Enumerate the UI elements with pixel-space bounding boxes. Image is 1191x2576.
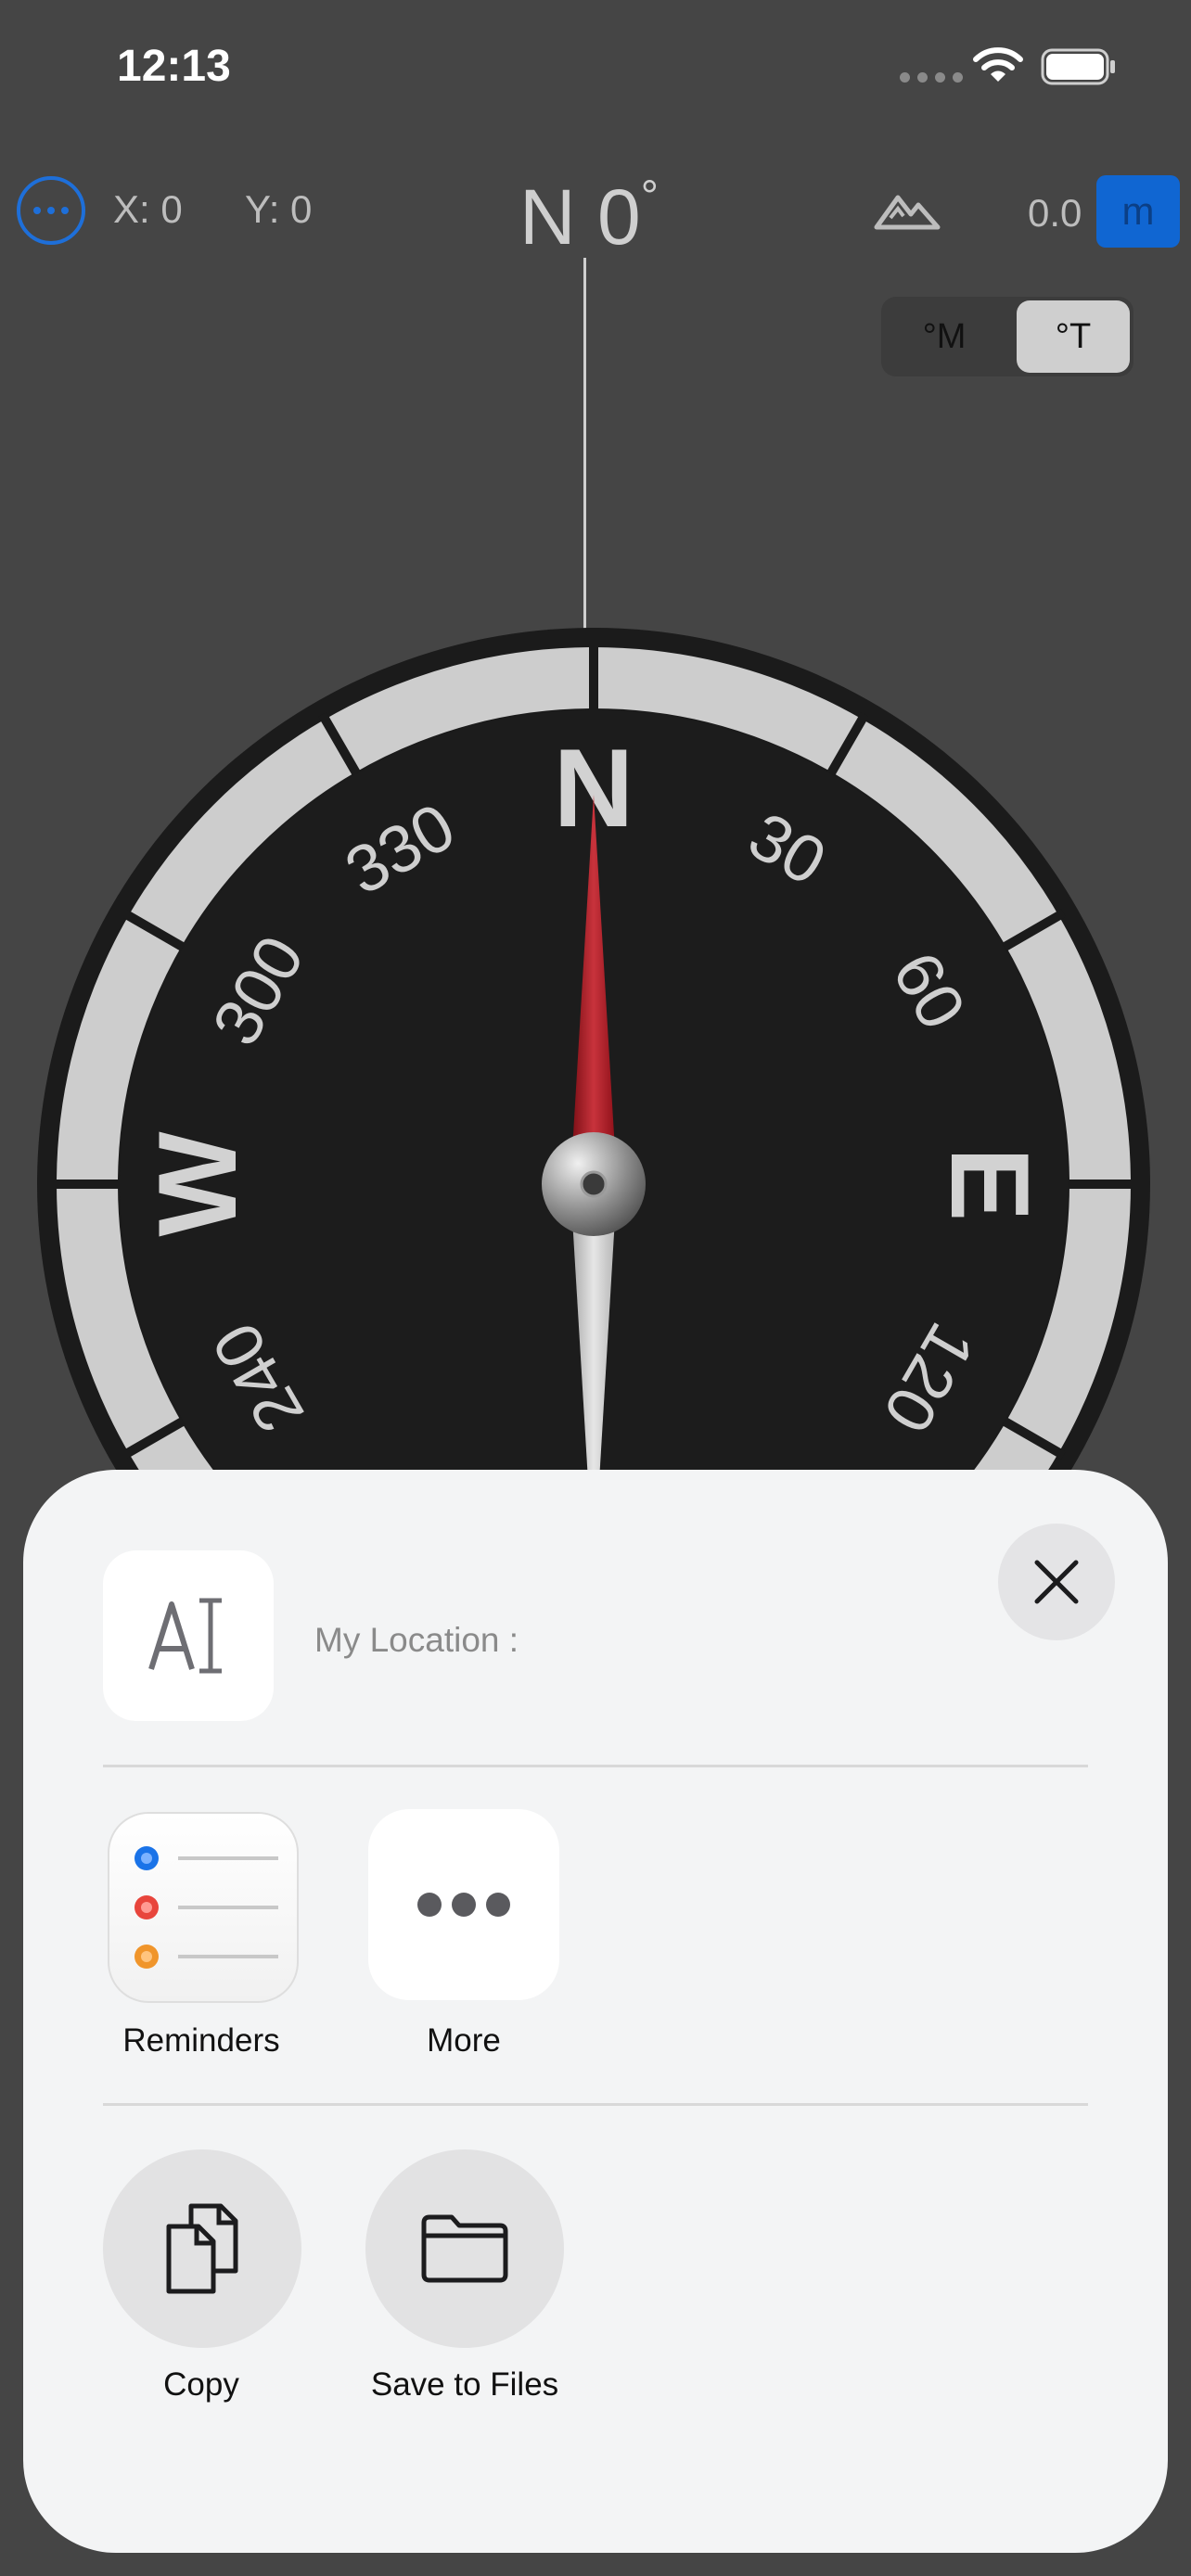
true-north-option[interactable]: °T xyxy=(1017,300,1130,373)
wifi-icon xyxy=(973,47,1023,82)
save-to-files-label: Save to Files xyxy=(370,2366,559,2403)
elevation-value: 0.0 xyxy=(1028,191,1082,235)
x-coordinate: X: 0 xyxy=(113,187,183,231)
copy-label: Copy xyxy=(163,2366,239,2403)
text-preview-thumbnail xyxy=(103,1550,274,1721)
degree-symbol: ° xyxy=(640,172,659,222)
ellipsis-icon xyxy=(33,207,41,214)
text-cursor-icon xyxy=(148,1598,222,1674)
unit-button[interactable]: m xyxy=(1096,175,1180,248)
close-icon xyxy=(1034,1560,1079,1604)
more-apps-button[interactable] xyxy=(368,1809,559,2000)
save-to-files-button[interactable] xyxy=(365,2149,564,2348)
heading-degrees: 0 xyxy=(597,173,641,261)
reminders-label: Reminders xyxy=(122,2022,280,2059)
share-title: My Location : xyxy=(314,1621,519,1659)
divider xyxy=(103,2103,1088,2106)
reminders-app-button[interactable] xyxy=(108,1812,299,2003)
more-icon xyxy=(417,1893,510,1917)
reminders-icon xyxy=(134,1846,278,1969)
cardinal-w: W xyxy=(135,1131,260,1237)
cardinal-e: E xyxy=(928,1147,1052,1221)
copy-button[interactable] xyxy=(103,2149,301,2348)
y-coordinate: Y: 0 xyxy=(245,187,313,231)
cellular-signal-icon xyxy=(900,72,963,83)
battery-icon xyxy=(1041,48,1115,85)
mountain-icon[interactable] xyxy=(874,190,941,231)
magnetic-north-option[interactable]: °M xyxy=(881,297,1007,376)
close-button[interactable] xyxy=(998,1524,1115,1640)
share-sheet: My Location : Reminders More Copy Save t… xyxy=(23,1470,1168,2553)
folder-icon xyxy=(421,2214,508,2283)
north-reference-toggle[interactable]: °M °T xyxy=(881,297,1133,376)
needle-hub-center xyxy=(580,1170,608,1198)
status-time: 12:13 xyxy=(117,42,231,91)
heading-direction: N xyxy=(519,173,576,261)
heading-indicator-line xyxy=(583,258,586,629)
more-label: More xyxy=(427,2022,501,2059)
options-menu-button[interactable] xyxy=(17,176,85,245)
divider xyxy=(103,1765,1088,1767)
copy-icon xyxy=(166,2203,238,2294)
heading-readout: N 0° xyxy=(519,172,659,262)
